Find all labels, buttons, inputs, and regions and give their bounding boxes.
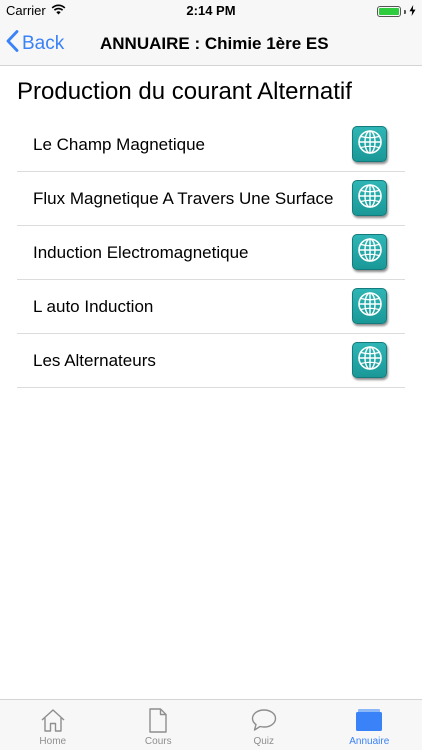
globe-icon	[357, 237, 383, 268]
globe-button[interactable]	[352, 126, 387, 162]
tab-quiz[interactable]: Quiz	[211, 700, 317, 750]
back-label: Back	[22, 32, 65, 54]
tab-home[interactable]: Home	[0, 700, 106, 750]
globe-icon	[357, 183, 383, 214]
book-icon	[355, 707, 383, 733]
list-item[interactable]: Le Champ Magnetique	[17, 118, 405, 172]
tab-label-quiz: Quiz	[253, 736, 275, 747]
tab-label-annuaire: Annuaire	[349, 736, 390, 747]
globe-button[interactable]	[352, 288, 387, 324]
battery-fill	[379, 8, 399, 15]
content-area: Production du courant Alternatif Le Cham…	[0, 66, 422, 699]
list-item[interactable]: Induction Electromagnetique	[17, 226, 405, 280]
globe-icon	[357, 291, 383, 322]
status-time: 2:14 PM	[186, 3, 236, 18]
globe-icon	[357, 129, 383, 160]
chevron-left-icon	[6, 29, 19, 58]
speech-bubble-icon	[251, 707, 277, 733]
tab-cours[interactable]: Cours	[106, 700, 212, 750]
list-item[interactable]: Flux Magnetique A Travers Une Surface	[17, 172, 405, 226]
home-icon	[40, 707, 66, 733]
battery-cap	[404, 9, 406, 14]
list-item-label: Induction Electromagnetique	[33, 242, 249, 262]
list-item-label: Les Alternateurs	[33, 350, 156, 370]
page-title: ANNUAIRE : Chimie 1ère ES	[100, 34, 329, 53]
tab-bar: Home Cours Quiz Annuaire	[0, 699, 422, 750]
navigation-bar: Back ANNUAIRE : Chimie 1ère ES	[0, 22, 422, 66]
list-item-label: L auto Induction	[33, 296, 154, 316]
globe-button[interactable]	[352, 180, 387, 216]
battery-icon	[377, 6, 401, 17]
globe-button[interactable]	[352, 342, 387, 378]
list-item[interactable]: Les Alternateurs	[17, 334, 405, 388]
list-item-label: Flux Magnetique A Travers Une Surface	[33, 188, 334, 208]
status-bar: Carrier 2:14 PM	[0, 0, 422, 22]
globe-icon	[357, 345, 383, 376]
tab-label-cours: Cours	[144, 736, 172, 747]
link-list: Le Champ Magnetique Flux Magnetique A Tr…	[17, 118, 405, 388]
document-icon	[148, 707, 168, 733]
list-item-label: Le Champ Magnetique	[33, 134, 206, 154]
list-item[interactable]: L auto Induction	[17, 280, 405, 334]
tab-label-home: Home	[39, 736, 67, 747]
screen: Carrier 2:14 PM Back ANNUAIRE: Chimie 1…	[0, 0, 422, 750]
tab-annuaire[interactable]: Annuaire	[317, 700, 422, 750]
section-title: Production du courant Alternatif	[17, 78, 352, 105]
back-button[interactable]: Back	[6, 22, 64, 65]
charging-bolt-icon	[409, 4, 416, 19]
battery-indicator	[377, 4, 416, 19]
globe-button[interactable]	[352, 234, 387, 270]
